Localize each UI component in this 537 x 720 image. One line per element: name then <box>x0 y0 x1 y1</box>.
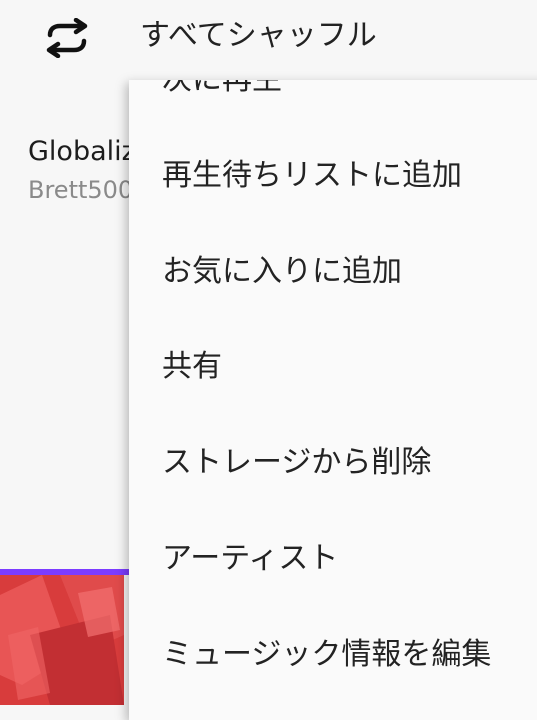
overflow-menu: 次に再生 再生待ちリストに追加 お気に入りに追加 共有 ストレージから削除 アー… <box>129 80 537 720</box>
shuffle-all-row[interactable]: すべてシャッフル <box>0 0 537 78</box>
menu-item-label: ミュージック情報を編集 <box>162 637 492 672</box>
menu-item-artist[interactable]: アーティスト <box>129 512 537 608</box>
menu-item-add-to-queue[interactable]: 再生待ちリストに追加 <box>129 128 537 224</box>
track-artist: Brett500 <box>28 176 134 204</box>
album-art-thumbnail[interactable] <box>0 575 124 705</box>
menu-item-label: 次に再生 <box>162 80 282 100</box>
menu-item-edit-music-info[interactable]: ミュージック情報を編集 <box>129 608 537 704</box>
menu-item-label: 再生待ちリストに追加 <box>162 158 462 193</box>
repeat-icon <box>46 18 88 58</box>
menu-item-label: 共有 <box>162 349 222 384</box>
album-art-image <box>0 575 124 705</box>
menu-item-delete-from-storage[interactable]: ストレージから削除 <box>129 416 537 512</box>
track-title[interactable]: Globaliz <box>28 134 136 170</box>
menu-item-add-to-favorites[interactable]: お気に入りに追加 <box>129 224 537 320</box>
menu-item-label: アーティスト <box>162 541 339 576</box>
menu-item-label: ストレージから削除 <box>162 445 432 480</box>
menu-item-share[interactable]: 共有 <box>129 320 537 416</box>
shuffle-all-label: すべてシャッフル <box>140 18 377 53</box>
menu-item-play-next[interactable]: 次に再生 <box>129 80 537 128</box>
menu-item-label: お気に入りに追加 <box>162 254 402 289</box>
